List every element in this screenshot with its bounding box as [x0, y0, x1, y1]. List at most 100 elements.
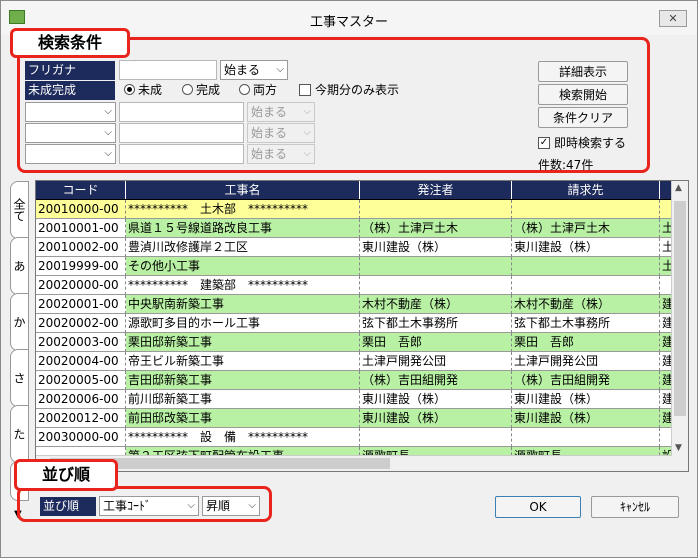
- cell-orderer: [360, 428, 512, 447]
- header-billing[interactable]: 請求先: [512, 181, 660, 200]
- furigana-label: フリガナ: [25, 61, 115, 80]
- cell-name: 前川邸新築工事: [126, 390, 360, 409]
- table-row[interactable]: 20020005-00吉田邸新築工事（株）吉田組開発（株）吉田組開発建: [36, 371, 672, 390]
- extra-match-value-2: 始まる: [251, 126, 288, 140]
- extra-match-select-3[interactable]: 始まる ⌵: [247, 144, 315, 164]
- radio-incomplete-icon: [124, 84, 135, 95]
- radio-both-label: 両方: [253, 83, 278, 97]
- tab-ka[interactable]: か: [10, 293, 29, 351]
- tab-ta[interactable]: た: [10, 405, 29, 463]
- cell-billing: 東川建設（株）: [512, 390, 660, 409]
- detail-view-button[interactable]: 詳細表示: [538, 61, 628, 82]
- radio-both-icon: [239, 84, 250, 95]
- vertical-scrollbar[interactable]: ▲ ▼: [671, 181, 688, 471]
- cell-orderer: （株）吉田組開発: [360, 371, 512, 390]
- table-row[interactable]: 20010000-00 ********** 土木部 **********: [36, 199, 673, 220]
- instant-search-checkbox[interactable]: ✓ 即時検索する: [538, 135, 626, 151]
- cell-code: 20020001-00: [36, 295, 126, 314]
- table-row[interactable]: 20010001-00県道１５号線道路改良工事（株）土津戸土木（株）土津戸土木土: [36, 219, 672, 238]
- cell-code: 20030000-00: [36, 428, 126, 447]
- chevron-down-icon: ⌵: [303, 106, 311, 117]
- cell-billing: （株）土津戸土木: [512, 219, 660, 238]
- table-row[interactable]: 20020006-00前川邸新築工事東川建設（株）東川建設（株）建: [36, 390, 672, 409]
- radio-incomplete[interactable]: 未成: [124, 82, 162, 98]
- furigana-match-select[interactable]: 始まる ⌵: [220, 60, 288, 80]
- chevron-down-icon: ⌵: [248, 500, 256, 511]
- scroll-up-icon[interactable]: ▲: [675, 183, 682, 193]
- header-code[interactable]: コード: [36, 181, 126, 200]
- cell-orderer: [360, 276, 512, 295]
- cancel-button[interactable]: ｷｬﾝｾﾙ: [591, 496, 679, 518]
- table-row[interactable]: 20020004-00帝王ビル新築工事土津戸開発公団土津戸開発公団建: [36, 352, 672, 371]
- cell-code: 20020006-00: [36, 390, 126, 409]
- cell-billing: [512, 276, 660, 295]
- current-period-checkbox[interactable]: 今期分のみ表示: [299, 82, 399, 98]
- cell-code: 20019999-00: [36, 257, 126, 276]
- sort-field-select[interactable]: 工事ｺｰﾄﾞ ⌵: [99, 496, 199, 516]
- search-start-button[interactable]: 検索開始: [538, 84, 628, 105]
- furigana-input[interactable]: [119, 60, 217, 80]
- cell-code: 20010001-00: [36, 219, 126, 238]
- ok-button[interactable]: OK: [495, 496, 581, 518]
- table-row[interactable]: 20020002-00源歌町多目的ホール工事弦下都土木事務所弦下都土木事務所建: [36, 314, 672, 333]
- extra-match-select-1[interactable]: 始まる ⌵: [247, 102, 315, 122]
- cell-code: 20010002-00: [36, 238, 126, 257]
- cell-name: ********** 建築部 **********: [126, 276, 360, 295]
- cell-orderer: 弦下都土木事務所: [360, 314, 512, 333]
- cell-orderer: [360, 257, 512, 276]
- cell-name: 栗田邸新築工事: [126, 333, 360, 352]
- result-count: 件数:47件: [538, 158, 594, 172]
- cell-billing: [512, 200, 660, 219]
- close-button[interactable]: ✕: [659, 10, 687, 27]
- extra-value-input-1[interactable]: [119, 102, 244, 122]
- chevron-down-icon: ⌵: [187, 500, 195, 511]
- extra-value-input-3[interactable]: [119, 144, 244, 164]
- cell-orderer: （株）土津戸土木: [360, 219, 512, 238]
- sort-order-select[interactable]: 昇順 ⌵: [202, 496, 260, 516]
- cell-name: その他小工事: [126, 257, 360, 276]
- cell-billing: [512, 257, 660, 276]
- cell-billing: 東川建設（株）: [512, 238, 660, 257]
- index-tabs: 全て あ か さ た な: [10, 181, 35, 501]
- checkmark-icon: ✓: [538, 136, 550, 149]
- table-row[interactable]: 20030000-00 ********** 設 備 **********: [36, 428, 672, 447]
- cell-code: 20020003-00: [36, 333, 126, 352]
- radio-complete[interactable]: 完成: [182, 82, 220, 98]
- chevron-down-icon: ⌵: [303, 148, 311, 159]
- table-row[interactable]: 20020003-00栗田邸新築工事栗田 吾郎栗田 吾郎建: [36, 333, 672, 352]
- radio-both[interactable]: 両方: [239, 82, 277, 98]
- extra-match-select-2[interactable]: 始まる ⌵: [247, 123, 315, 143]
- horizontal-scrollbar[interactable]: [36, 455, 672, 471]
- cell-name: 吉田邸新築工事: [126, 371, 360, 390]
- radio-complete-icon: [182, 84, 193, 95]
- cell-billing: 木村不動産（株）: [512, 295, 660, 314]
- window: 工事マスター ✕ 検索条件 フリガナ 始まる ⌵ 未成完成 未成 完成 両方 今期…: [0, 0, 698, 558]
- scroll-down-icon[interactable]: ▼: [675, 443, 682, 453]
- tab-a[interactable]: あ: [10, 237, 29, 295]
- header-orderer[interactable]: 発注者: [360, 181, 512, 200]
- scroll-thumb[interactable]: [674, 201, 686, 416]
- cell-name: ********** 設 備 **********: [126, 428, 360, 447]
- table-row[interactable]: 20010002-00豊湞川改修護岸２工区東川建設（株）東川建設（株）土: [36, 238, 672, 257]
- table-row[interactable]: 20020012-00前田邸改築工事東川建設（株）東川建設（株）建: [36, 409, 672, 428]
- current-period-label: 今期分のみ表示: [315, 83, 400, 97]
- cell-billing: （株）吉田組開発: [512, 371, 660, 390]
- tab-all[interactable]: 全て: [10, 181, 29, 239]
- table-row[interactable]: 20020001-00中央駅南新築工事木村不動産（株）木村不動産（株）建: [36, 295, 672, 314]
- extra-match-value-3: 始まる: [251, 147, 288, 161]
- header-name[interactable]: 工事名: [126, 181, 360, 200]
- extra-field-select-2[interactable]: ⌵: [25, 123, 116, 143]
- extra-field-select-1[interactable]: ⌵: [25, 102, 116, 122]
- radio-complete-label: 完成: [196, 83, 221, 97]
- cell-name: ********** 土木部 **********: [126, 200, 360, 219]
- tab-sa[interactable]: さ: [10, 349, 29, 407]
- cell-orderer: 東川建設（株）: [360, 390, 512, 409]
- extra-field-select-3[interactable]: ⌵: [25, 144, 116, 164]
- construction-grid: コード 工事名 発注者 請求先 20010000-00 ********** 土木…: [35, 180, 689, 472]
- clear-conditions-button[interactable]: 条件クリア: [538, 107, 628, 128]
- table-row[interactable]: 20020000-00 ********** 建築部 **********: [36, 276, 672, 295]
- current-period-check-icon: [299, 83, 311, 96]
- extra-value-input-2[interactable]: [119, 123, 244, 143]
- table-row[interactable]: 20019999-00その他小工事土: [36, 257, 672, 276]
- instant-search-label: 即時検索する: [554, 136, 627, 150]
